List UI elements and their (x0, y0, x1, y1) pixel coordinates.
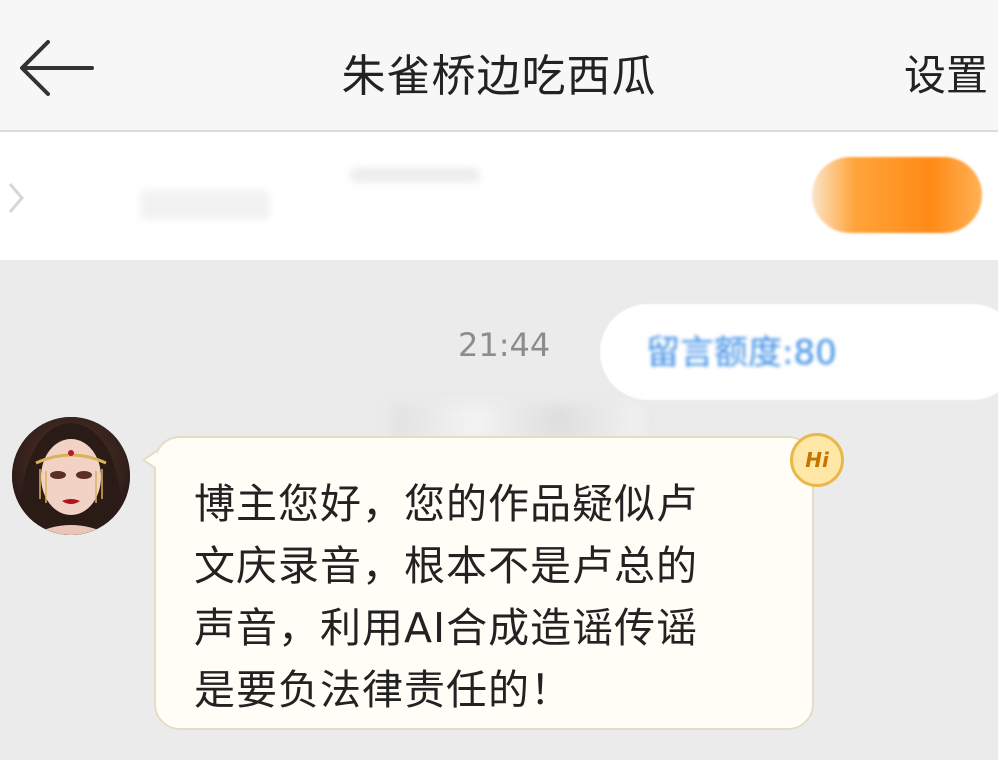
avatar-illustration (12, 417, 130, 535)
blurred-text (350, 168, 480, 182)
settings-button[interactable]: 设置 (904, 42, 988, 103)
page-title: 朱雀桥边吃西瓜 (341, 51, 657, 102)
action-button-blurred[interactable] (812, 157, 982, 233)
bubble-tail-inner (145, 452, 157, 468)
blurred-text (140, 190, 270, 220)
hi-badge-icon: Hi (790, 433, 844, 487)
blurred-region (392, 404, 642, 440)
message-timestamp: 21:44 (458, 326, 551, 364)
avatar[interactable] (12, 417, 130, 535)
chevron-right-icon (8, 183, 24, 213)
message-line: 是要负法律责任的！ (194, 666, 572, 714)
quota-text: 留言额度:80 (646, 333, 837, 373)
message-line: 博主您好，您的作品疑似卢 (194, 480, 698, 528)
message-line: 文庆录音，根本不是卢总的 (194, 542, 698, 590)
message-line: 声音，利用AI合成造谣传谣 (194, 604, 699, 652)
top-nav-bar: 朱雀桥边吃西瓜 设置 (0, 0, 998, 132)
